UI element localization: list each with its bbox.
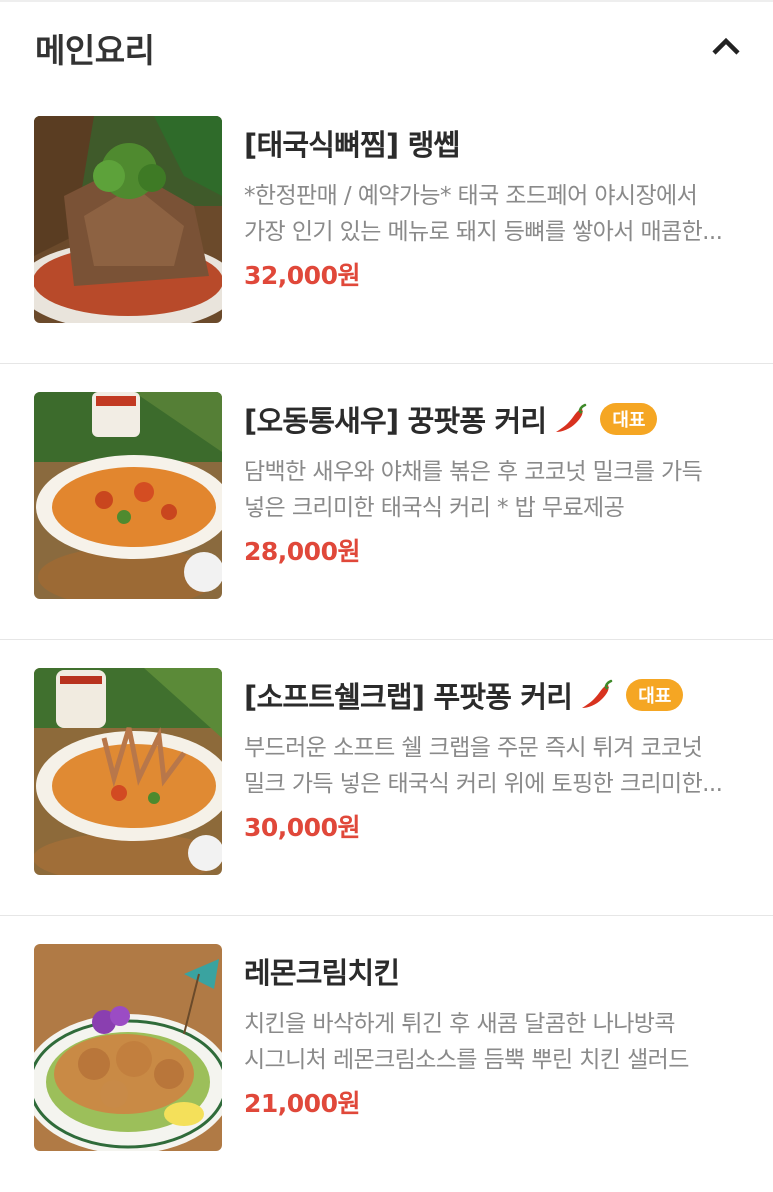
menu-item-description: 부드러운 소프트 쉘 크랩을 주문 즉시 튀겨 코코넛 밀크 가득 넣은 태국식… xyxy=(244,735,723,797)
menu-item-price: 30,000원 xyxy=(244,813,360,842)
signature-badge: 대표 xyxy=(626,679,684,711)
menu-item[interactable]: 레몬크림치킨 치킨을 바삭하게 튀긴 후 새콤 달콤한 나나방콕 시그니처 레몬… xyxy=(0,916,773,1192)
menu-item[interactable]: [태국식뼈찜] 랭쎕 *한정판매 / 예약가능* 태국 조드페어 야시장에서 가… xyxy=(0,88,773,364)
menu-item-name: 레몬크림치킨 xyxy=(244,956,400,990)
chili-pepper-icon xyxy=(556,403,587,432)
menu-item[interactable]: [소프트쉘크랩] 푸팟퐁 커리 대표 부드러운 소프트 쉘 크랩을 주문 즉시 … xyxy=(0,640,773,916)
menu-item-description: 치킨을 바삭하게 튀긴 후 새콤 달콤한 나나방콕 시그니처 레몬크림소스를 듬… xyxy=(244,1011,689,1073)
menu-item-name: [소프트쉘크랩] 푸팟퐁 커리 xyxy=(244,680,573,714)
signature-badge: 대표 xyxy=(600,403,658,435)
menu-item-price: 28,000원 xyxy=(244,537,360,566)
menu-list: [태국식뼈찜] 랭쎕 *한정판매 / 예약가능* 태국 조드페어 야시장에서 가… xyxy=(0,88,773,1192)
chevron-up-icon xyxy=(712,37,740,55)
section-header[interactable]: 메인요리 xyxy=(0,2,773,88)
menu-item-photo xyxy=(34,116,222,323)
menu-item-photo xyxy=(34,392,222,599)
menu-item[interactable]: [오동통새우] 꿍팟퐁 커리 대표 담백한 새우와 야채를 볶은 후 코코넛 밀… xyxy=(0,364,773,640)
collapse-button[interactable] xyxy=(700,24,752,68)
section-title: 메인요리 xyxy=(35,31,155,70)
menu-item-price: 21,000원 xyxy=(244,1089,360,1118)
menu-item-name: [태국식뼈찜] 랭쎕 xyxy=(244,128,460,162)
menu-item-description: *한정판매 / 예약가능* 태국 조드페어 야시장에서 가장 인기 있는 메뉴로… xyxy=(244,183,723,245)
menu-item-photo xyxy=(34,944,222,1151)
chili-pepper-icon xyxy=(582,679,613,708)
menu-item-description: 담백한 새우와 야채를 볶은 후 코코넛 밀크를 가득 넣은 크리미한 태국식 … xyxy=(244,459,703,521)
menu-item-photo xyxy=(34,668,222,875)
menu-item-price: 32,000원 xyxy=(244,261,360,290)
menu-item-name: [오동통새우] 꿍팟퐁 커리 xyxy=(244,404,547,438)
